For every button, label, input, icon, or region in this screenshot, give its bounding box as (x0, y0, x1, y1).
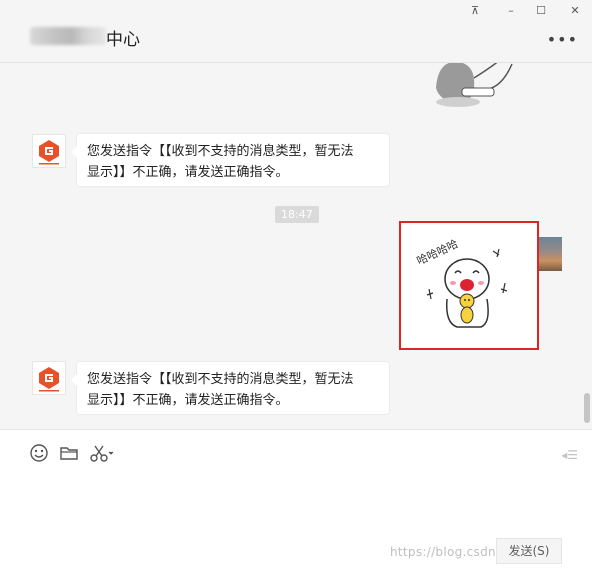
chat-window: 中心 ⊼ – ☐ ✕ ••• 您发送指令【【收到不支持的消息类型，暂无法 显示】… (0, 0, 592, 573)
pin-icon[interactable]: ⊼ (466, 4, 484, 17)
minimize-icon[interactable]: – (502, 4, 520, 17)
collapse-panel-icon[interactable]: ◂☰ (561, 448, 578, 462)
sticker-message[interactable]: 哈哈哈哈 (399, 221, 539, 350)
message-text-line: 您发送指令【【收到不支持的消息类型，暂无法 (87, 144, 354, 159)
message-text-line: 显示】】不正确，请发送正确指令。 (87, 393, 289, 408)
message-text-line: 您发送指令【【收到不支持的消息类型，暂无法 (87, 372, 354, 387)
composer: ◂☰ https://blog.csdn.net/lady 发送(S) (0, 429, 592, 573)
message-list[interactable]: 您发送指令【【收到不支持的消息类型，暂无法 显示】】不正确，请发送正确指令。 1… (0, 63, 592, 429)
brand-logo-icon (39, 367, 59, 392)
bot-avatar[interactable] (32, 361, 66, 395)
message-text-line: 显示】】不正确，请发送正确指令。 (87, 165, 289, 180)
previous-sticker[interactable] (428, 63, 518, 110)
message-bubble[interactable]: 您发送指令【【收到不支持的消息类型，暂无法 显示】】不正确，请发送正确指令。 (71, 133, 390, 187)
brand-logo-icon (39, 140, 59, 165)
title-bar: 中心 ⊼ – ☐ ✕ ••• (0, 0, 592, 63)
send-button[interactable]: 发送(S) (496, 538, 562, 564)
timestamp: 18:47 (275, 206, 319, 223)
bot-avatar[interactable] (32, 134, 66, 168)
emoji-icon[interactable] (29, 443, 49, 463)
maximize-icon[interactable]: ☐ (532, 4, 550, 17)
scissors-icon[interactable] (89, 443, 117, 463)
close-icon[interactable]: ✕ (566, 4, 584, 17)
more-options-icon[interactable]: ••• (547, 30, 578, 49)
laughing-sticker: 哈哈哈哈 (415, 237, 508, 328)
message-bubble[interactable]: 您发送指令【【收到不支持的消息类型，暂无法 显示】】不正确，请发送正确指令。 (71, 361, 390, 415)
chat-title: 中心 (106, 30, 140, 50)
blurred-title-prefix (30, 27, 106, 45)
folder-icon[interactable] (59, 443, 79, 463)
scrollbar-thumb[interactable] (584, 393, 590, 423)
